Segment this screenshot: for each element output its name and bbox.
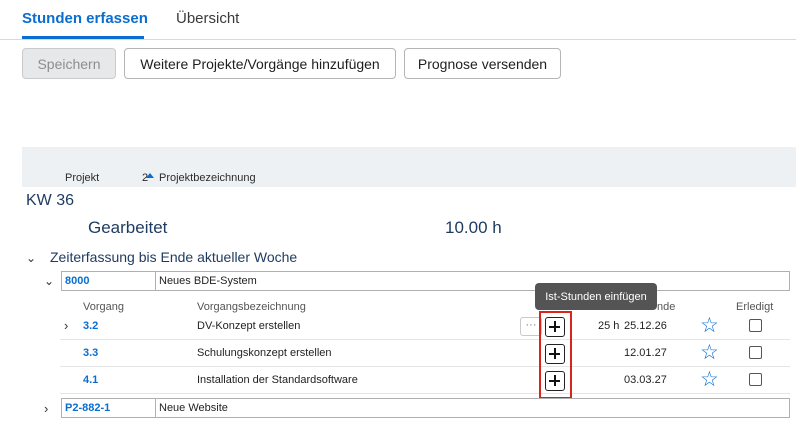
worked-value: 10.00 h — [445, 218, 502, 237]
table-row: 4.1 Installation der Standardsoftware 03… — [60, 367, 790, 394]
toolbar: Speichern Weitere Projekte/Vorgänge hinz… — [0, 40, 796, 86]
task-end-date: 25.12.26 — [624, 320, 667, 332]
add-projects-button[interactable]: Weitere Projekte/Vorgänge hinzufügen — [124, 48, 396, 79]
table-row: 3.2 DV-Konzept erstellen ··· 25 h 25.12.… — [60, 313, 790, 340]
section-title: Zeiterfassung bis Ende aktueller Woche — [50, 249, 298, 265]
chevron-down-icon[interactable]: ⌄ — [44, 274, 54, 288]
done-checkbox[interactable] — [749, 346, 762, 359]
active-tab-indicator — [22, 36, 144, 39]
send-forecast-button[interactable]: Prognose versenden — [404, 48, 561, 79]
table-row: 3.3 Schulungskonzept erstellen 12.01.27 … — [60, 340, 790, 367]
project-id-link[interactable]: 8000 — [62, 272, 156, 290]
task-description: Installation der Standardsoftware — [197, 374, 358, 386]
tab-bar: Stunden erfassen Übersicht — [0, 0, 796, 40]
column-header-erledigt: Erledigt — [736, 301, 774, 313]
sort-ascending-icon[interactable] — [146, 173, 154, 178]
task-end-date: 12.01.27 — [624, 347, 667, 359]
column-header-project-desc[interactable]: Projektbezeichnung — [159, 172, 256, 184]
column-header-ende: nde — [657, 301, 676, 313]
task-end-date: 03.03.27 — [624, 374, 667, 386]
vorgang-link[interactable]: 3.2 — [83, 320, 98, 332]
project-id-link[interactable]: P2-882-1 — [62, 399, 156, 417]
project-name: Neues BDE-System — [159, 275, 257, 287]
task-description: DV-Konzept erstellen — [197, 320, 301, 332]
tooltip: Ist-Stunden einfügen — [535, 283, 657, 310]
save-button[interactable]: Speichern — [22, 48, 116, 79]
week-label: KW 36 — [26, 192, 75, 209]
tab-uebersicht[interactable]: Übersicht — [176, 10, 239, 27]
column-header-band — [22, 147, 796, 187]
column-header-vorgang: Vorgang — [83, 301, 124, 313]
vorgang-link[interactable]: 3.3 — [83, 347, 98, 359]
task-hours: 25 h — [598, 320, 620, 332]
project-name: Neue Website — [159, 402, 228, 414]
project-row: 8000 Neues BDE-System — [61, 271, 790, 291]
vorgang-link[interactable]: 4.1 — [83, 374, 98, 386]
star-icon[interactable]: ☆ — [700, 369, 719, 390]
done-checkbox[interactable] — [749, 373, 762, 386]
tab-stunden-erfassen[interactable]: Stunden erfassen — [22, 10, 148, 27]
chevron-down-icon[interactable]: ⌄ — [26, 251, 36, 265]
column-header-vorgangsbezeichnung: Vorgangsbezeichnung — [197, 301, 306, 313]
column-header-project[interactable]: Projekt — [65, 172, 99, 184]
star-icon[interactable]: ☆ — [700, 342, 719, 363]
done-checkbox[interactable] — [749, 319, 762, 332]
highlight-box — [539, 311, 572, 399]
star-icon[interactable]: ☆ — [700, 315, 719, 336]
project-row: P2-882-1 Neue Website — [61, 398, 790, 418]
task-description: Schulungskonzept erstellen — [197, 347, 332, 359]
chevron-right-icon[interactable]: › — [44, 401, 48, 416]
worked-label: Gearbeitet — [88, 218, 168, 237]
